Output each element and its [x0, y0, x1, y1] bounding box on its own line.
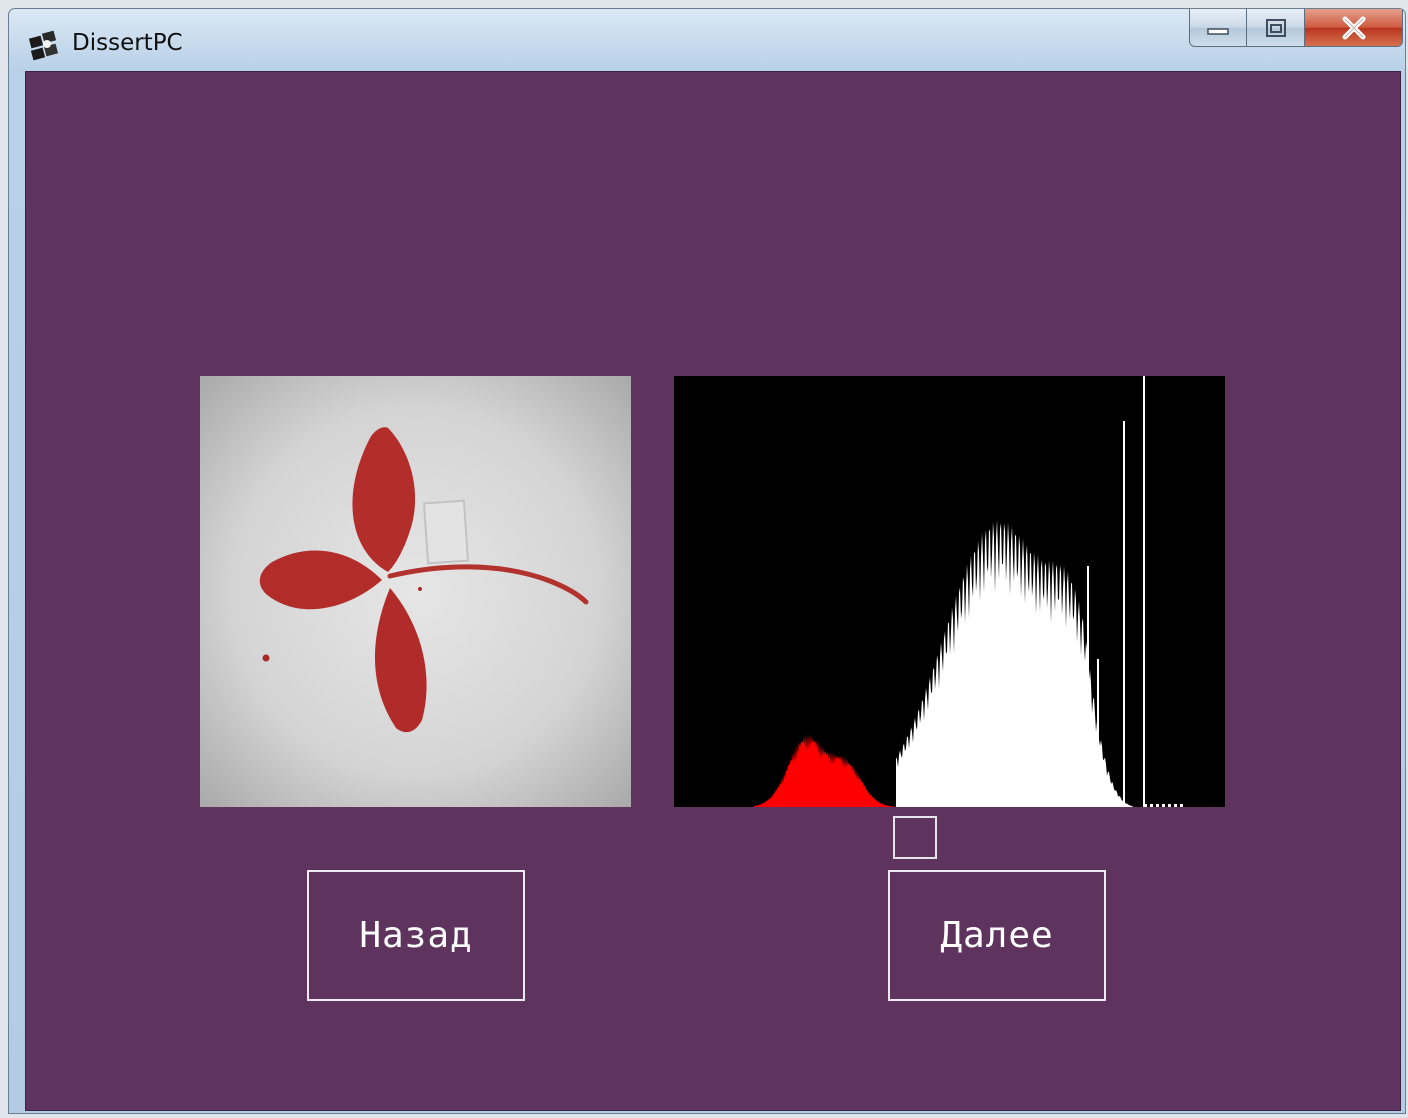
histogram-tail — [1150, 804, 1153, 807]
histogram-main-region — [896, 519, 1144, 807]
leaf-illustration — [259, 427, 589, 733]
leaf-photo — [200, 376, 631, 807]
app-logo-icon — [28, 30, 59, 61]
threshold-marker[interactable] — [893, 816, 937, 859]
title-bar[interactable]: DissertPC — [9, 9, 1405, 71]
close-button[interactable] — [1305, 9, 1403, 47]
minimize-button[interactable] — [1189, 9, 1247, 47]
app-window: DissertPC Назад Далее — [8, 8, 1406, 1114]
histogram-tail — [1162, 804, 1165, 807]
window-title: DissertPC — [72, 30, 183, 56]
histogram-tail — [1174, 804, 1177, 807]
caption-buttons — [1189, 9, 1403, 47]
maximize-button[interactable] — [1247, 9, 1305, 47]
histogram-chart — [674, 376, 1225, 807]
close-icon — [1342, 16, 1365, 39]
histogram-tail — [1168, 804, 1171, 807]
next-button[interactable]: Далее — [888, 870, 1106, 1001]
minimize-icon — [1207, 27, 1229, 35]
histogram-svg — [754, 376, 1183, 807]
maximize-icon — [1265, 18, 1286, 37]
histogram-tail — [1144, 804, 1147, 807]
back-button[interactable]: Назад — [307, 870, 525, 1001]
histogram-tail — [1156, 804, 1159, 807]
histogram-selected-region — [754, 733, 896, 807]
main-panel: Назад Далее — [25, 71, 1401, 1111]
histogram-tail — [1180, 804, 1183, 807]
